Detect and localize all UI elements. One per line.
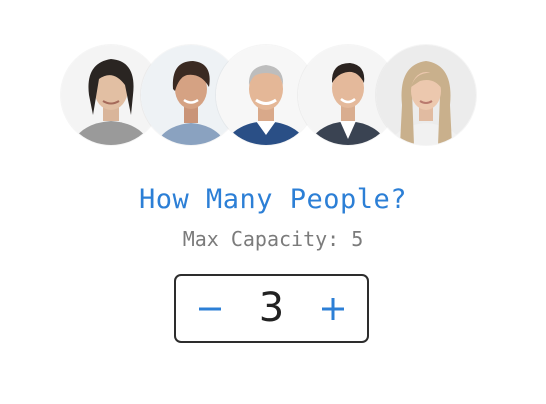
minus-icon: [199, 307, 221, 310]
page-title: How Many People?: [138, 184, 408, 215]
max-capacity-label: Max Capacity: 5: [182, 227, 364, 251]
people-count-stepper: 3: [174, 274, 369, 343]
people-count-value: 3: [258, 285, 285, 331]
person-5-image: [376, 45, 476, 145]
plus-icon: [322, 297, 344, 320]
increment-button[interactable]: [303, 276, 363, 341]
decrement-button[interactable]: [180, 276, 240, 341]
people-picker: How Many People? Max Capacity: 5 3: [0, 0, 546, 404]
avatar-group: [61, 45, 476, 145]
avatar-person-5: [376, 45, 476, 145]
